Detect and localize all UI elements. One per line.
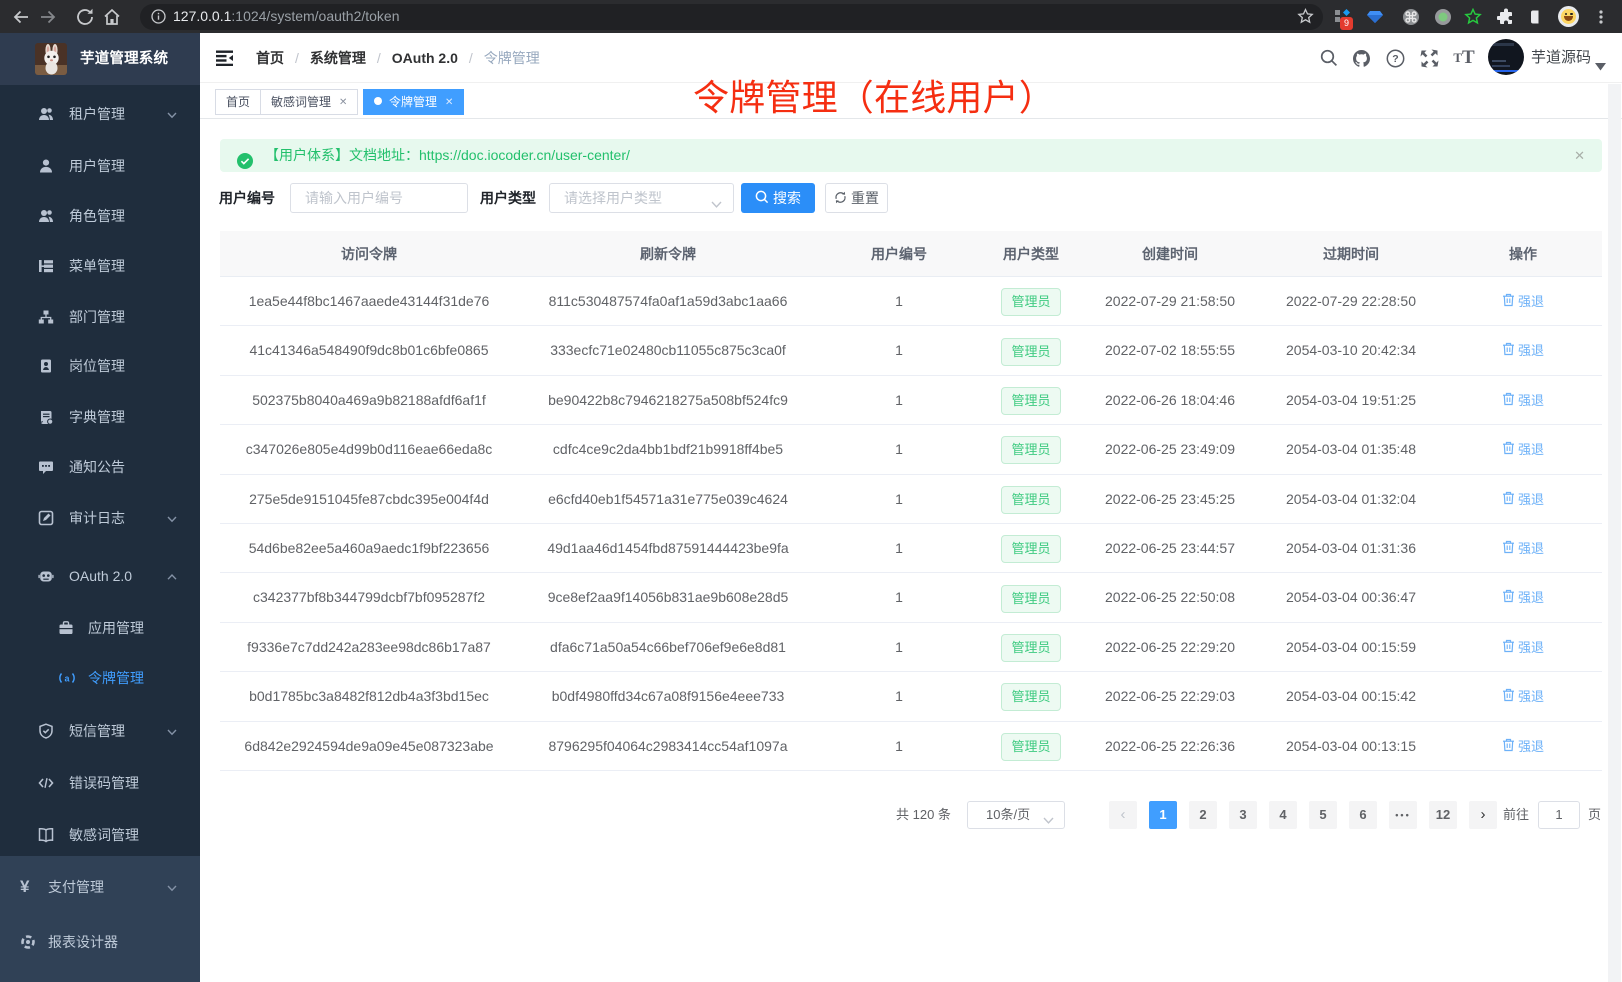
svg-text:a: a [64,674,70,684]
svg-text:?: ? [1392,53,1398,65]
